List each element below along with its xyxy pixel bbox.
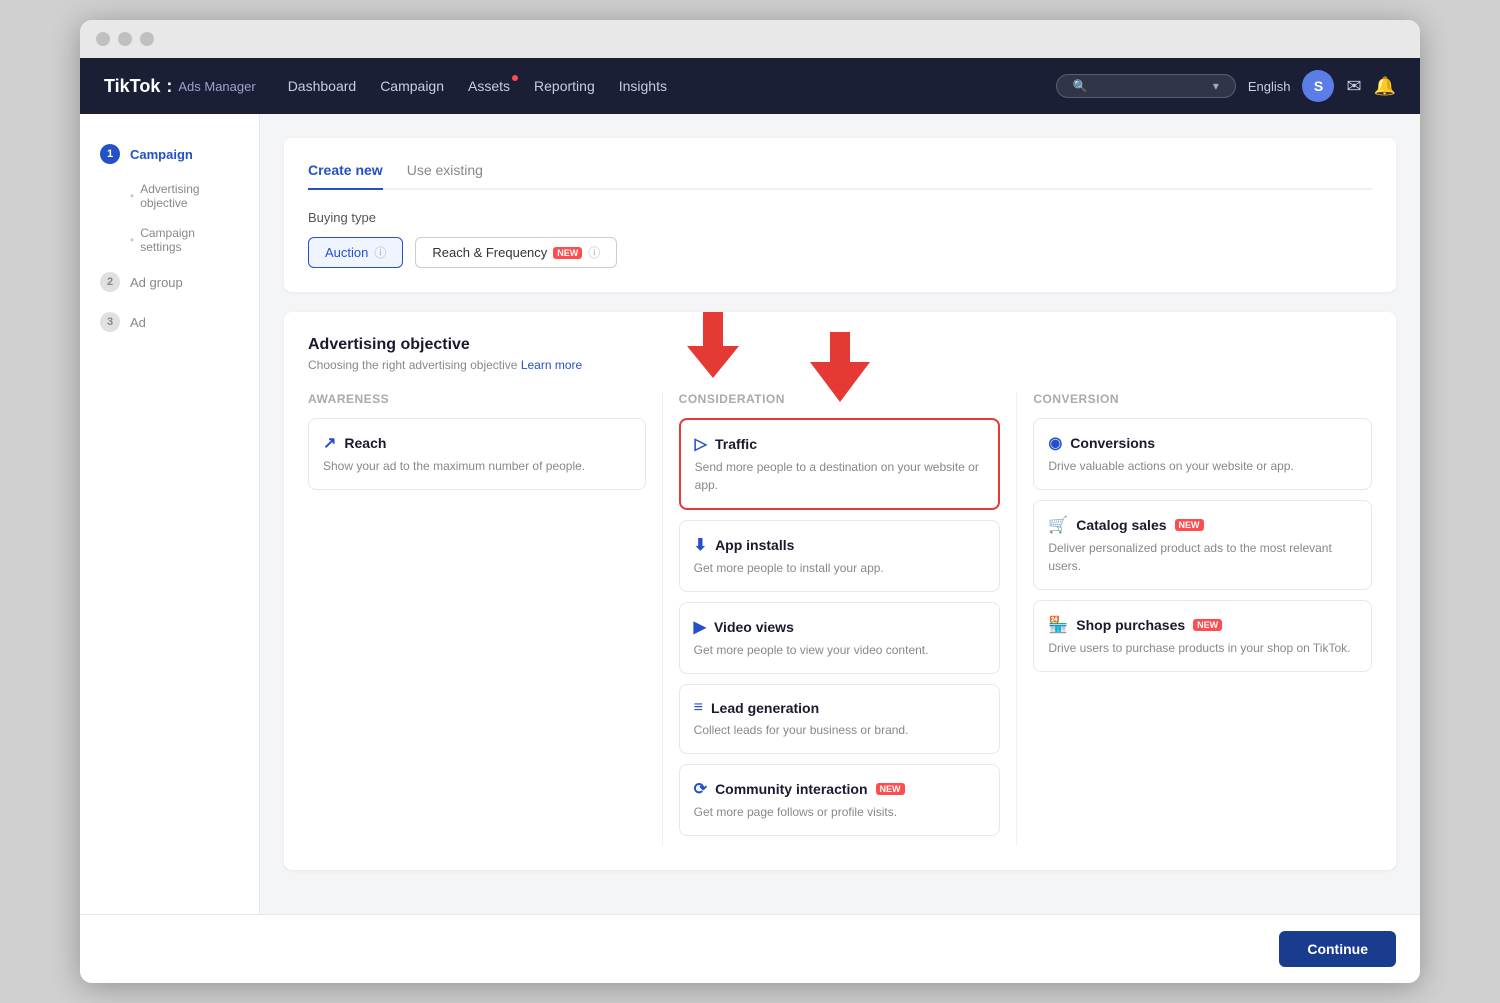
traffic-icon: ▷	[695, 434, 707, 454]
sidebar-item-ad[interactable]: 3 Ad	[80, 302, 259, 342]
community-new-badge: NEW	[876, 783, 905, 795]
obj-community-interaction[interactable]: ⟳ Community interaction NEW Get more pag…	[679, 764, 1001, 836]
awareness-title: Awareness	[308, 392, 646, 406]
brand-logo: TikTok: Ads Manager	[104, 76, 256, 97]
obj-lead-generation[interactable]: ≡ Lead generation Collect leads for your…	[679, 684, 1001, 754]
sidebar-item-adgroup[interactable]: 2 Ad group	[80, 262, 259, 302]
nav-assets[interactable]: Assets	[468, 78, 510, 94]
reach-icon: ↗	[323, 433, 336, 453]
browser-dot-2	[118, 32, 132, 46]
assets-badge	[512, 75, 518, 81]
bell-icon[interactable]: 🔔	[1374, 76, 1396, 97]
search-icon: 🔍	[1073, 79, 1088, 93]
campaign-type-card: Create new Use existing Buying type Auct…	[284, 138, 1396, 292]
nav-reporting[interactable]: Reporting	[534, 78, 595, 94]
buying-btn-reach-frequency[interactable]: Reach & Frequency NEW ⓘ	[415, 237, 617, 268]
nav-links: Dashboard Campaign Assets Reporting Insi…	[288, 78, 1024, 94]
app-installs-icon: ⬇	[694, 535, 707, 555]
top-nav: TikTok: Ads Manager Dashboard Campaign A…	[80, 58, 1420, 114]
video-views-icon: ▶	[694, 617, 706, 637]
catalog-icon: 🛒	[1048, 515, 1068, 535]
objectives-grid: Awareness ↗ Reach Show your ad to the ma…	[308, 392, 1372, 846]
sidebar-item-campaign[interactable]: 1 Campaign	[80, 134, 259, 174]
reach-frequency-new-badge: NEW	[553, 247, 582, 259]
reach-frequency-info-icon: ⓘ	[588, 244, 600, 261]
video-views-desc: Get more people to view your video conte…	[694, 641, 986, 659]
buying-btn-auction[interactable]: Auction ⓘ	[308, 237, 403, 268]
bottom-bar: Continue	[80, 914, 1420, 983]
conversions-icon: ◉	[1048, 433, 1062, 453]
step-circle-3: 3	[100, 312, 120, 332]
sidebar: 1 Campaign Advertising objective Campaig…	[80, 114, 260, 914]
shop-new-badge: NEW	[1193, 619, 1222, 631]
obj-conversions[interactable]: ◉ Conversions Drive valuable actions on …	[1033, 418, 1372, 490]
avatar[interactable]: S	[1302, 70, 1334, 102]
conversion-title: Conversion	[1033, 392, 1372, 406]
obj-shop-purchases[interactable]: 🏪 Shop purchases NEW Drive users to purc…	[1033, 600, 1372, 672]
language-selector[interactable]: English	[1248, 79, 1291, 94]
conversions-desc: Drive valuable actions on your website o…	[1048, 457, 1357, 475]
nav-campaign[interactable]: Campaign	[380, 78, 444, 94]
traffic-desc: Send more people to a destination on you…	[695, 458, 985, 494]
buying-type-label: Buying type	[308, 210, 1372, 225]
shop-icon: 🏪	[1048, 615, 1068, 635]
step-circle-1: 1	[100, 144, 120, 164]
continue-button[interactable]: Continue	[1279, 931, 1396, 967]
browser-dot-1	[96, 32, 110, 46]
obj-traffic[interactable]: ▷ Traffic Send more people to a destinat…	[679, 418, 1001, 510]
lead-gen-desc: Collect leads for your business or brand…	[694, 721, 986, 739]
step-circle-2: 2	[100, 272, 120, 292]
buying-type-options: Auction ⓘ Reach & Frequency NEW ⓘ	[308, 237, 1372, 268]
brand-name: TikTok	[104, 76, 160, 97]
search-bar[interactable]: 🔍 ▾	[1056, 74, 1236, 98]
nav-dashboard[interactable]: Dashboard	[288, 78, 357, 94]
lead-gen-icon: ≡	[694, 699, 703, 717]
red-arrow	[685, 312, 741, 378]
reach-desc: Show your ad to the maximum number of pe…	[323, 457, 631, 475]
community-desc: Get more page follows or profile visits.	[694, 803, 986, 821]
sidebar-sub-campaign-settings[interactable]: Campaign settings	[80, 218, 259, 262]
learn-more-link[interactable]: Learn more	[521, 358, 582, 372]
obj-app-installs[interactable]: ⬇ App installs Get more people to instal…	[679, 520, 1001, 592]
obj-reach[interactable]: ↗ Reach Show your ad to the maximum numb…	[308, 418, 646, 490]
browser-dot-3	[140, 32, 154, 46]
tab-create-new[interactable]: Create new	[308, 162, 383, 190]
tab-row: Create new Use existing	[308, 162, 1372, 190]
brand-subtitle: Ads Manager	[178, 79, 255, 94]
obj-catalog-sales[interactable]: 🛒 Catalog sales NEW Deliver personalized…	[1033, 500, 1372, 590]
red-arrow-svg	[810, 332, 870, 402]
app-installs-desc: Get more people to install your app.	[694, 559, 986, 577]
nav-right: 🔍 ▾ English S ✉ 🔔	[1056, 70, 1396, 102]
community-icon: ⟳	[694, 779, 707, 799]
column-conversion: Conversion ◉ Conversions Drive valuable …	[1017, 392, 1372, 846]
main-content: Create new Use existing Buying type Auct…	[260, 114, 1420, 914]
browser-chrome	[80, 20, 1420, 58]
arrow-annotation	[810, 332, 870, 402]
red-arrow-container	[685, 312, 741, 383]
shop-desc: Drive users to purchase products in your…	[1048, 639, 1357, 657]
mail-icon[interactable]: ✉	[1346, 76, 1361, 97]
catalog-new-badge: NEW	[1175, 519, 1204, 531]
browser-window: TikTok: Ads Manager Dashboard Campaign A…	[80, 20, 1420, 983]
tab-use-existing[interactable]: Use existing	[407, 162, 483, 190]
auction-info-icon: ⓘ	[374, 244, 386, 261]
column-awareness: Awareness ↗ Reach Show your ad to the ma…	[308, 392, 663, 846]
column-consideration: Consideration ▷ Traffic Send more people…	[663, 392, 1018, 846]
advertising-objective-card: Advertising objective Choosing the right…	[284, 312, 1396, 870]
sidebar-sub-advertising-objective[interactable]: Advertising objective	[80, 174, 259, 218]
search-chevron: ▾	[1213, 79, 1219, 93]
catalog-desc: Deliver personalized product ads to the …	[1048, 539, 1357, 575]
nav-insights[interactable]: Insights	[619, 78, 667, 94]
main-layout: 1 Campaign Advertising objective Campaig…	[80, 114, 1420, 914]
obj-video-views[interactable]: ▶ Video views Get more people to view yo…	[679, 602, 1001, 674]
